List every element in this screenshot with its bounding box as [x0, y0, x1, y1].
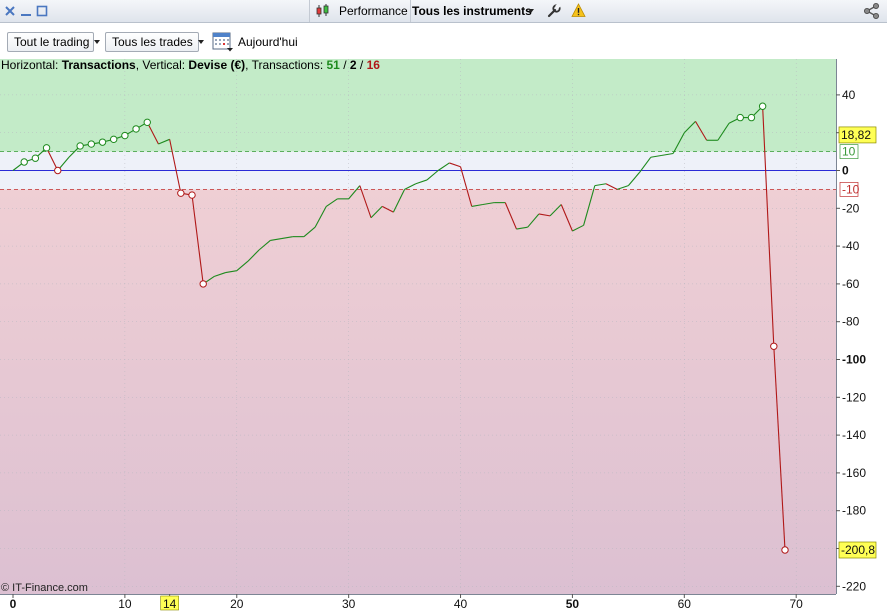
trade-marker: [98, 138, 107, 146]
count-wins: 51: [327, 58, 341, 72]
y-tick-label: -80: [842, 315, 860, 329]
y-tick-label: -60: [842, 277, 860, 291]
trade-marker: [42, 144, 51, 152]
x-tick-label: 14: [163, 597, 177, 611]
x-tick-label: 50: [566, 597, 580, 611]
trade-marker: [31, 154, 40, 162]
horizontal-value: Transactions: [62, 58, 136, 72]
performance-chart: 40200-20-40-60-80-100-120-140-160-180-20…: [0, 58, 887, 613]
x-tick-label: 30: [342, 597, 356, 611]
y-tick-label: -160: [842, 466, 866, 480]
watermark: © IT-Finance.com: [1, 582, 88, 594]
x-tick-label: 40: [454, 597, 468, 611]
trade-marker: [54, 166, 62, 175]
trade-marker: [87, 140, 96, 148]
y-tick-label: -100: [842, 353, 866, 367]
trade-marker: [188, 191, 196, 199]
trade-marker: [177, 189, 185, 197]
x-tick-label: 10: [118, 597, 132, 611]
count-sep1: /: [340, 58, 350, 72]
x-axis-panel: [0, 594, 887, 613]
horizontal-prefix: Horizontal:: [1, 58, 62, 72]
trade-marker: [109, 135, 118, 144]
count-sep2: /: [357, 58, 367, 72]
trade-marker: [736, 113, 744, 122]
trade-marker: [747, 113, 756, 122]
y-tick-label: -20: [842, 201, 860, 215]
trade-marker: [20, 158, 28, 166]
x-tick-label: 70: [790, 597, 804, 611]
trade-marker: [770, 342, 778, 350]
trade-marker: [76, 142, 84, 150]
threshold-label: -10: [842, 182, 860, 196]
loss-zone: [0, 189, 836, 594]
value-marker-label: -200,8: [841, 543, 875, 557]
y-tick-label: 40: [842, 88, 856, 102]
trade-marker: [758, 102, 767, 110]
trade-marker: [199, 280, 207, 288]
y-tick-label: -220: [842, 579, 866, 593]
chart-background: [0, 59, 887, 613]
y-tick-label: -140: [842, 428, 866, 442]
y-tick-label: 0: [842, 164, 849, 178]
count-losses: 16: [367, 58, 381, 72]
y-tick-label: -120: [842, 390, 866, 404]
trade-marker: [132, 125, 140, 133]
count-prefix: , Transactions:: [245, 58, 326, 72]
trade-marker: [781, 546, 789, 554]
vertical-prefix: , Vertical:: [136, 58, 189, 72]
threshold-label: 10: [842, 145, 856, 159]
y-tick-label: -180: [842, 504, 866, 518]
y-tick-label: -40: [842, 239, 860, 253]
value-marker-label: 18,82: [841, 128, 871, 142]
x-tick-label: 20: [230, 597, 244, 611]
x-tick-label: 0: [10, 597, 17, 611]
chart-info-bar: Horizontal: Transactions, Vertical: Devi…: [1, 58, 380, 72]
vertical-value: Devise (€): [188, 58, 245, 72]
trade-marker: [121, 131, 129, 140]
trade-marker: [143, 118, 151, 127]
x-tick-label: 60: [678, 597, 692, 611]
